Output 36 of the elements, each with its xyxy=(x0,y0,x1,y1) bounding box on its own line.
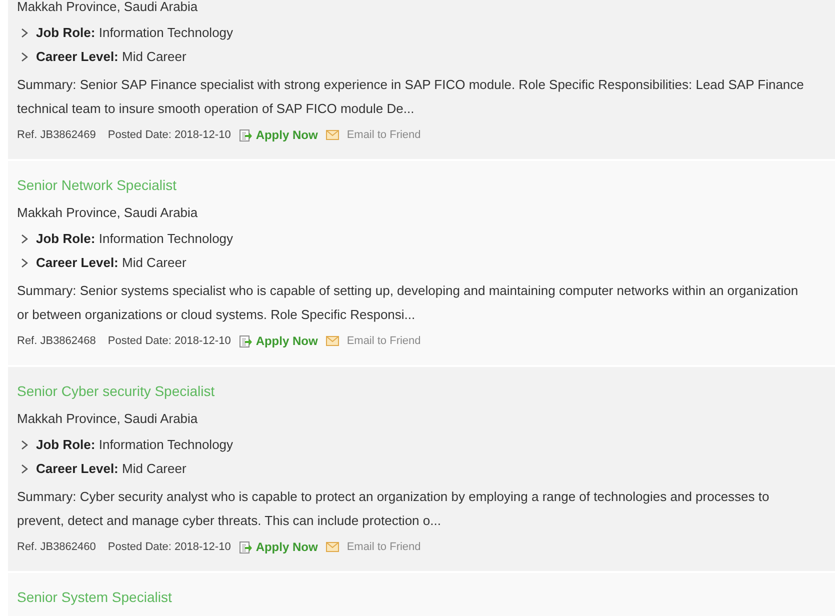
reference-text: Ref. JB3862468 xyxy=(17,334,96,349)
detail-text: Career Level: Mid Career xyxy=(36,48,186,66)
apply-now-link[interactable]: Apply Now xyxy=(256,332,318,350)
envelope-icon xyxy=(326,542,339,552)
detail-text: Job Role: Information Technology xyxy=(36,230,234,248)
email-to-friend-link[interactable]: Email to Friend xyxy=(346,126,421,144)
job-title-link[interactable]: Senior Cyber security Specialist xyxy=(17,377,215,405)
detail-text: Job Role: Information Technology xyxy=(36,436,234,454)
job-title-link[interactable]: Senior System Specialist xyxy=(17,583,172,611)
posted-date-text: Posted Date: 2018-12-10 xyxy=(108,334,231,349)
location-text: Makkah Province, Saudi Arabia xyxy=(17,0,198,16)
envelope-icon xyxy=(326,336,339,346)
chevron-icon xyxy=(21,28,28,38)
chevron-icon xyxy=(21,52,28,62)
location-text: Makkah Province, Saudi Arabia xyxy=(17,410,198,428)
reference-text: Ref. JB3862460 xyxy=(17,540,96,555)
apply-now-link[interactable]: Apply Now xyxy=(256,538,318,556)
apply-now-link[interactable]: Apply Now xyxy=(256,126,318,144)
summary-text: Summary: Senior SAP Finance specialist with strong experience in SAP FICO module. Role Specific Responsibilities: Lead SAP Finance technical team to insure smooth operation of SAP FICO module De... xyxy=(17,76,805,118)
email-to-friend-link[interactable]: Email to Friend xyxy=(346,332,421,350)
detail-text: Career Level: Mid Career xyxy=(36,460,186,478)
summary-text: Summary: Senior systems specialist who is capable of setting up, developing and maintaining computer networks within an organization or between organizations or cloud systems. Role Specific Responsi... xyxy=(17,282,800,324)
chevron-icon xyxy=(21,234,28,244)
posted-date-text: Posted Date: 2018-12-10 xyxy=(108,128,231,143)
reference-text: Ref. JB3862469 xyxy=(17,128,96,143)
location-text: Makkah Province, Saudi Arabia xyxy=(17,204,198,222)
detail-text: Job Role: Information Technology xyxy=(36,24,234,42)
chevron-icon xyxy=(21,440,28,450)
envelope-icon xyxy=(326,130,339,140)
email-to-friend-link[interactable]: Email to Friend xyxy=(346,538,421,556)
chevron-icon xyxy=(21,258,28,268)
chevron-icon xyxy=(21,464,28,474)
summary-text: Summary: Cyber security analyst who is capable to protect an organization by employing a range of technologies and processes to prevent, detect and manage cyber threats. This can include protection o... xyxy=(17,488,770,530)
detail-text: Career Level: Mid Career xyxy=(36,254,186,272)
posted-date-text: Posted Date: 2018-12-10 xyxy=(108,540,231,555)
job-title-link[interactable]: Senior Network Specialist xyxy=(17,171,177,199)
